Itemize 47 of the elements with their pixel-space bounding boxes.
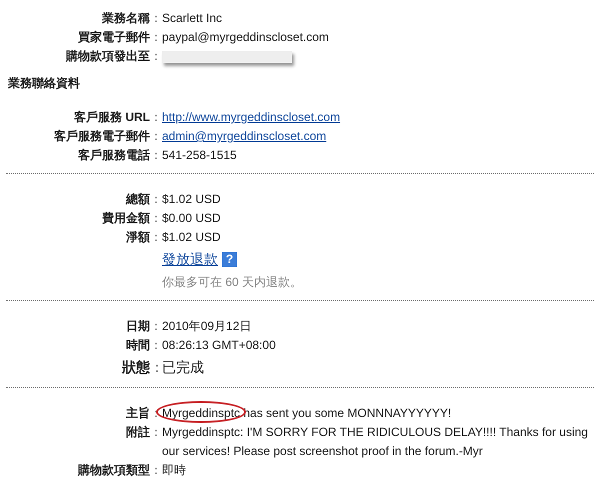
- colon: ：: [150, 148, 162, 162]
- refund-note: 你最多可在 60 天内退款。: [162, 274, 302, 291]
- field-label: 狀態: [122, 359, 150, 375]
- field-value: 2010年09月12日: [162, 319, 252, 333]
- colon: ：: [150, 11, 162, 25]
- field-label: 購物款項類型: [78, 463, 150, 477]
- field-value: Scarlett Inc: [162, 11, 222, 25]
- status-value: 已完成: [162, 359, 204, 375]
- field-value: paypal@myrgeddinscloset.com: [162, 30, 329, 44]
- field-label: 淨額: [126, 230, 150, 244]
- colon: ：: [150, 30, 162, 44]
- field-value: $1.02 USD: [162, 192, 221, 206]
- colon: ：: [150, 338, 162, 352]
- colon: ：: [150, 211, 162, 225]
- field-label: 業務名稱: [102, 11, 150, 25]
- field-label: 時間: [126, 338, 150, 352]
- colon: ：: [150, 110, 162, 124]
- refund-link[interactable]: 發放退款: [162, 250, 218, 269]
- field-value: 即時: [162, 463, 186, 477]
- field-label: 買家電子郵件: [78, 30, 150, 44]
- field-label: 客戶服務 URL: [74, 110, 150, 124]
- field-label: 客戶服務電話: [78, 148, 150, 162]
- colon: ：: [150, 192, 162, 206]
- colon: ：: [150, 463, 162, 477]
- field-value: 08:26:13 GMT+08:00: [162, 338, 276, 352]
- field-value: $1.02 USD: [162, 230, 221, 244]
- field-label: 日期: [126, 319, 150, 333]
- field-label: 購物款項發出至: [66, 49, 150, 63]
- field-label: 費用金額: [102, 211, 150, 225]
- field-label: 總額: [126, 192, 150, 206]
- help-icon[interactable]: ?: [222, 252, 237, 267]
- colon: ：: [150, 425, 162, 439]
- colon: ：: [150, 230, 162, 244]
- colon: ：: [150, 49, 162, 63]
- colon: ：: [150, 359, 164, 375]
- section-heading: 業務聯絡資料: [7, 75, 81, 92]
- field-label: 附註: [126, 425, 150, 439]
- field-label: 主旨: [126, 406, 150, 420]
- field-value: Myrgeddinsptc: I'M SORRY FOR THE RIDICULOUS DELAY!!!! Thanks for using our services! Please post screenshot proof in the forum.-Myr: [162, 425, 588, 458]
- field-value: 541-258-1515: [162, 148, 237, 162]
- colon: ：: [150, 129, 162, 143]
- field-label: 客戶服務電子郵件: [54, 129, 150, 143]
- field-link[interactable]: http://www.myrgeddinscloset.com: [162, 110, 340, 124]
- colon: ：: [150, 319, 162, 333]
- field-value: $0.00 USD: [162, 211, 221, 225]
- field-link[interactable]: admin@myrgeddinscloset.com: [162, 129, 326, 143]
- colon: ：: [150, 406, 162, 420]
